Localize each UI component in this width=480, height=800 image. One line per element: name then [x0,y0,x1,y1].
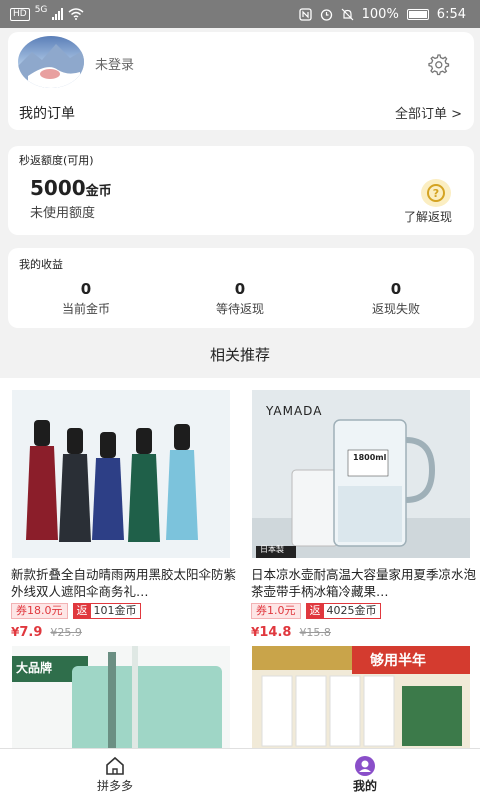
product-title[interactable]: 日本凉水壶耐高温大容量家用夏季凉水泡茶壶带手柄冰箱冷藏果… [251,566,477,600]
original-price: ¥15.8 [299,626,331,639]
umbrella-product-image[interactable] [12,390,230,558]
avatar[interactable] [18,36,84,88]
stat-pending-rebate[interactable]: 0 等待返现 [170,280,310,317]
all-orders-link[interactable]: 全部订单 > [395,103,462,122]
quota-unit: 金币 [85,184,112,199]
stat-value: 0 [80,280,92,298]
signal-icon [52,8,64,20]
stat-failed-rebate[interactable]: 0 返现失败 [326,280,466,317]
rebate-value: 101金币 [93,604,137,617]
wifi-icon [68,8,84,20]
rebate-value: 4025金币 [326,604,377,617]
alarm-icon [320,8,332,21]
coupon-tag: 券1.0元 [251,603,301,619]
price: ¥7.9 [11,625,42,640]
battery-text: 100% [361,6,399,22]
quota-subtitle: 未使用额度 [30,206,96,221]
help-glyph: ? [427,184,445,202]
product-title[interactable]: 新款折叠全自动晴雨两用黑胶太阳伞防紫外线双人遮阳伞商务礼… [11,566,237,600]
original-price: ¥25.9 [50,626,82,639]
product-card[interactable]: YAMADA 1800ml 日本製 日本凉水壶耐高温大容量家用夏季凉水泡茶壶带手… [248,390,478,640]
login-status[interactable]: 未登录 [95,54,134,73]
stat-value: 0 [234,280,246,298]
learn-rebate-link[interactable]: 了解返现 [404,208,452,225]
tab-pinduoduo[interactable]: 拼多多 [70,755,160,794]
tissue-product-image[interactable]: 够用半年 [252,646,470,748]
product-feed[interactable]: 新款折叠全自动晴雨两用黑胶太阳伞防紫外线双人遮阳伞商务礼… 券18.0元 返 10… [0,378,480,748]
tab-label: 我的 [352,779,377,793]
price-value: 14.8 [259,625,292,640]
mute-icon [341,8,354,20]
coupon-tag: 券18.0元 [11,603,68,619]
tab-mine[interactable]: 我的 [320,755,410,794]
tab-label: 拼多多 [96,779,133,793]
price-value: 7.9 [19,625,43,640]
rebate-label: 返 [306,604,324,618]
earnings-card: 我的收益 0 当前金币 0 等待返现 0 返现失败 [8,248,474,328]
rebate-quota-card: 秒返额度(可用) 5000金币 未使用额度 ? 了解返现 [8,146,474,235]
origin-label: 日本製 [260,545,284,554]
rebate-tag: 返 4025金币 [305,603,381,619]
quota-amount: 5000金币 [30,176,112,200]
hd-badge: HD [10,7,30,21]
status-bar: HD 5G 100% 6:54 [0,0,480,28]
stat-label: 等待返现 [215,302,264,316]
quota-value: 5000 [30,176,86,200]
help-question-icon[interactable]: ? [421,179,451,207]
bottom-tab-bar: 拼多多 我的 [0,748,480,800]
profile-card: 未登录 我的订单 全部订单 > [8,32,474,130]
brand-tag: 大品牌 [16,661,53,675]
product-card[interactable]: 新款折叠全自动晴雨两用黑胶太阳伞防紫外线双人遮阳伞商务礼… 券18.0元 返 10… [8,390,238,640]
clock: 6:54 [436,6,466,22]
settings-gear-icon[interactable] [426,52,450,76]
pitcher-capacity-label: 1800ml [353,453,387,462]
rebate-label: 返 [73,604,91,618]
quota-title: 秒返额度(可用) [19,154,94,167]
battery-icon [406,8,429,20]
stat-current-coins[interactable]: 0 当前金币 [16,280,156,317]
promo-banner: 够用半年 [370,653,426,669]
home-icon [103,755,127,777]
mop-bucket-product-image[interactable]: 大品牌 [12,646,230,748]
stat-label: 当前金币 [61,302,110,316]
profile-icon [353,755,377,777]
recommend-title: 相关推荐 [209,346,270,364]
earnings-title: 我的收益 [19,258,63,271]
stat-label: 返现失败 [371,302,420,316]
brand-logo: YAMADA [266,404,323,418]
price: ¥14.8 [251,625,291,640]
stat-value: 0 [390,280,402,298]
pitcher-product-image[interactable]: YAMADA 1800ml 日本製 [252,390,470,558]
rebate-tag: 返 101金币 [72,603,141,619]
network-type: 5G [34,5,48,15]
my-orders-label: 我的订单 [19,106,75,122]
nfc-icon [298,7,312,21]
